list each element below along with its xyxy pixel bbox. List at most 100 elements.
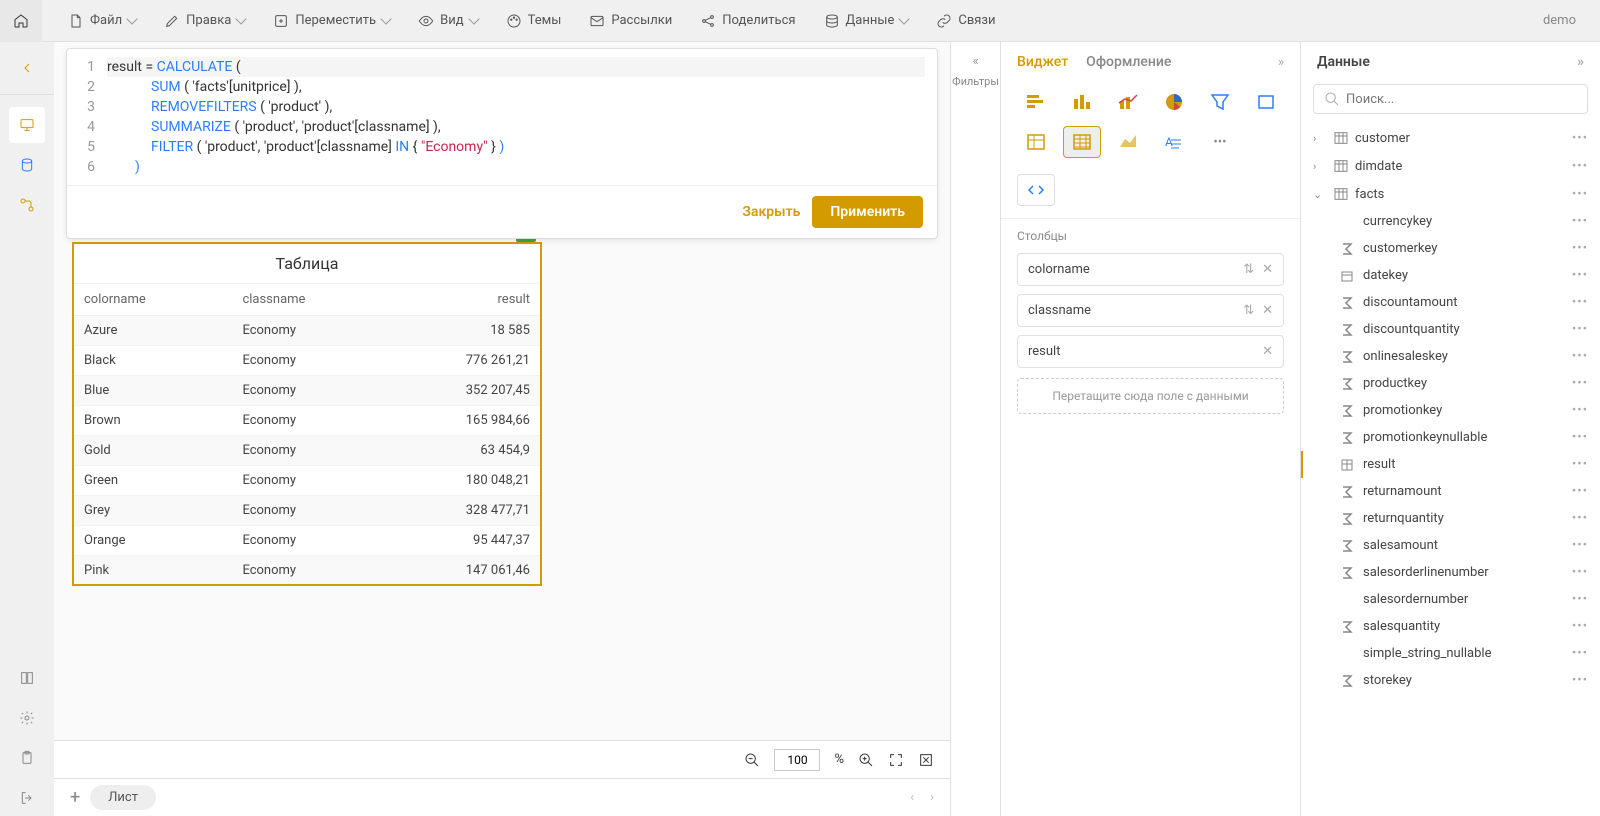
more-icon[interactable]: ••• bbox=[1572, 187, 1588, 202]
rail-logout[interactable] bbox=[9, 780, 45, 816]
code-area[interactable]: result = CALCULATE ( SUM ( 'facts'[unitp… bbox=[107, 49, 937, 185]
chart-table-button[interactable] bbox=[1063, 126, 1101, 158]
tree-field-returnquantity[interactable]: returnquantity••• bbox=[1301, 505, 1600, 532]
more-icon[interactable]: ••• bbox=[1572, 538, 1588, 553]
more-icon[interactable]: ••• bbox=[1572, 376, 1588, 391]
table-row[interactable]: BrownEconomy165 984,66 bbox=[74, 406, 540, 436]
menu-mail[interactable]: Рассылки bbox=[575, 0, 686, 41]
menu-data[interactable]: Данные bbox=[810, 0, 923, 41]
menu-file[interactable]: Файл bbox=[54, 0, 150, 41]
close-button[interactable]: Закрыть bbox=[742, 196, 800, 228]
rail-data[interactable] bbox=[9, 147, 45, 183]
more-icon[interactable]: ••• bbox=[1572, 430, 1588, 445]
field-classname[interactable]: classname⇅✕ bbox=[1017, 294, 1284, 327]
chart-area-button[interactable] bbox=[1109, 126, 1147, 158]
tree-field-onlinesaleskey[interactable]: onlinesaleskey••• bbox=[1301, 343, 1600, 370]
drop-zone[interactable]: Перетащите сюда поле с данными bbox=[1017, 378, 1284, 414]
more-icon[interactable]: ••• bbox=[1572, 619, 1588, 634]
table-row[interactable]: GreenEconomy180 048,21 bbox=[74, 466, 540, 496]
tree-table-facts[interactable]: ⌄facts••• bbox=[1301, 180, 1600, 208]
more-icon[interactable]: ••• bbox=[1572, 241, 1588, 256]
rail-clipboard[interactable] bbox=[9, 740, 45, 776]
field-remove-icon[interactable]: ✕ bbox=[1262, 344, 1273, 359]
tree-field-salesquantity[interactable]: salesquantity••• bbox=[1301, 613, 1600, 640]
menu-view[interactable]: Вид bbox=[404, 0, 491, 41]
tree-field-simple_string_nullable[interactable]: simple_string_nullable••• bbox=[1301, 640, 1600, 667]
more-icon[interactable]: ••• bbox=[1572, 484, 1588, 499]
chart-pie-button[interactable] bbox=[1155, 86, 1193, 118]
field-result[interactable]: result✕ bbox=[1017, 335, 1284, 368]
menu-move[interactable]: Переместить bbox=[259, 0, 404, 41]
menu-share[interactable]: Поделиться bbox=[686, 0, 809, 41]
field-remove-icon[interactable]: ✕ bbox=[1262, 303, 1273, 318]
tree-field-storekey[interactable]: storekey••• bbox=[1301, 667, 1600, 694]
expand-filters-button[interactable]: « bbox=[972, 54, 978, 69]
chart-bar-h-button[interactable] bbox=[1017, 86, 1055, 118]
tree-table-customer[interactable]: ›customer••• bbox=[1301, 124, 1600, 152]
add-sheet-button[interactable]: + bbox=[70, 787, 80, 808]
chart-combo-button[interactable] bbox=[1109, 86, 1147, 118]
more-icon[interactable]: ••• bbox=[1572, 457, 1588, 472]
table-row[interactable]: BlueEconomy352 207,45 bbox=[74, 376, 540, 406]
table-row[interactable]: AzureEconomy18 585 bbox=[74, 316, 540, 346]
more-icon[interactable]: ••• bbox=[1572, 646, 1588, 661]
chart-bar-v-button[interactable] bbox=[1063, 86, 1101, 118]
tab-style[interactable]: Оформление bbox=[1086, 54, 1171, 70]
chart-more-button[interactable]: ••• bbox=[1201, 126, 1239, 158]
tree-field-result[interactable]: result••• bbox=[1301, 451, 1600, 478]
more-icon[interactable]: ••• bbox=[1572, 295, 1588, 310]
rail-model[interactable] bbox=[9, 187, 45, 223]
more-icon[interactable]: ••• bbox=[1572, 592, 1588, 607]
field-remove-icon[interactable]: ✕ bbox=[1262, 262, 1273, 277]
tree-field-currencykey[interactable]: currencykey••• bbox=[1301, 208, 1600, 235]
more-icon[interactable]: ••• bbox=[1572, 214, 1588, 229]
tree-field-datekey[interactable]: datekey••• bbox=[1301, 262, 1600, 289]
tree-field-promotionkeynullable[interactable]: promotionkeynullable••• bbox=[1301, 424, 1600, 451]
more-icon[interactable]: ••• bbox=[1572, 322, 1588, 337]
table-row[interactable]: GoldEconomy63 454,9 bbox=[74, 436, 540, 466]
field-sort-icon[interactable]: ⇅ bbox=[1243, 303, 1254, 318]
zoom-input[interactable] bbox=[774, 749, 820, 771]
expand-widget-button[interactable]: » bbox=[1278, 55, 1284, 70]
apply-button[interactable]: Применить bbox=[812, 196, 923, 228]
chart-gauge-button[interactable] bbox=[1247, 86, 1285, 118]
more-icon[interactable]: ••• bbox=[1572, 565, 1588, 580]
zoom-in-icon[interactable] bbox=[858, 752, 874, 768]
more-icon[interactable]: ••• bbox=[1572, 403, 1588, 418]
tree-field-returnamount[interactable]: returnamount••• bbox=[1301, 478, 1600, 505]
table-row[interactable]: OrangeEconomy95 447,37 bbox=[74, 526, 540, 556]
fullscreen-icon[interactable] bbox=[888, 752, 904, 768]
rail-docs[interactable] bbox=[9, 660, 45, 696]
chart-text-button[interactable]: A bbox=[1155, 126, 1193, 158]
search-box[interactable] bbox=[1313, 84, 1588, 114]
search-input[interactable] bbox=[1346, 92, 1577, 107]
menu-themes[interactable]: Темы bbox=[492, 0, 576, 41]
chart-pivot-button[interactable] bbox=[1017, 126, 1055, 158]
field-sort-icon[interactable]: ⇅ bbox=[1243, 262, 1254, 277]
tree-field-productkey[interactable]: productkey••• bbox=[1301, 370, 1600, 397]
more-icon[interactable]: ••• bbox=[1572, 268, 1588, 283]
table-row[interactable]: GreyEconomy328 477,71 bbox=[74, 496, 540, 526]
field-colorname[interactable]: colorname⇅✕ bbox=[1017, 253, 1284, 286]
menu-edit[interactable]: Правка bbox=[150, 0, 259, 41]
more-icon[interactable]: ••• bbox=[1572, 349, 1588, 364]
rail-dashboard[interactable] bbox=[9, 107, 45, 143]
tree-table-dimdate[interactable]: ›dimdate••• bbox=[1301, 152, 1600, 180]
sheet-prev[interactable]: ‹ bbox=[910, 790, 914, 805]
more-icon[interactable]: ••• bbox=[1572, 511, 1588, 526]
tree-field-salesordernumber[interactable]: salesordernumber••• bbox=[1301, 586, 1600, 613]
chart-funnel-button[interactable] bbox=[1201, 86, 1239, 118]
more-icon[interactable]: ••• bbox=[1572, 159, 1588, 174]
sheet-tab[interactable]: Лист bbox=[90, 785, 156, 810]
tree-field-salesorderlinenumber[interactable]: salesorderlinenumber••• bbox=[1301, 559, 1600, 586]
tree-field-salesamount[interactable]: salesamount••• bbox=[1301, 532, 1600, 559]
rail-settings[interactable] bbox=[9, 700, 45, 736]
table-widget[interactable]: Таблица colorname classname result Azure… bbox=[72, 242, 542, 586]
home-button[interactable] bbox=[0, 0, 42, 42]
custom-code-button[interactable] bbox=[1017, 174, 1055, 206]
table-row[interactable]: PinkEconomy147 061,46 bbox=[74, 556, 540, 584]
menu-links[interactable]: Связи bbox=[922, 0, 1009, 41]
table-row[interactable]: BlackEconomy776 261,21 bbox=[74, 346, 540, 376]
tree-field-customerkey[interactable]: customerkey••• bbox=[1301, 235, 1600, 262]
tree-field-discountquantity[interactable]: discountquantity••• bbox=[1301, 316, 1600, 343]
